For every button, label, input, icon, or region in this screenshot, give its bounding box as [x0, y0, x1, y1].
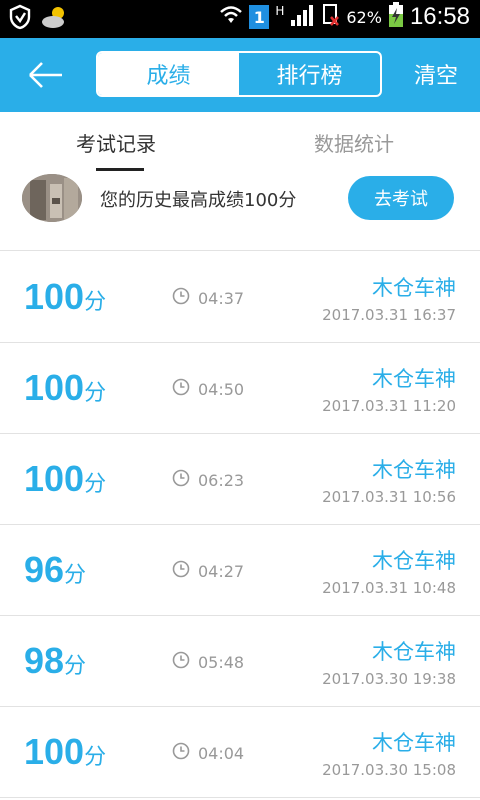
record-score: 100分	[24, 731, 106, 773]
avatar[interactable]	[22, 174, 82, 222]
back-arrow-icon	[24, 62, 70, 102]
record-score: 100分	[24, 276, 106, 318]
score-value: 100	[24, 458, 85, 499]
record-duration: 04:37	[172, 287, 244, 309]
record-user-name: 木仓车神	[372, 276, 456, 300]
record-row[interactable]: 100分 04:37 木仓车神 2017.03.31 16:37	[0, 252, 480, 343]
score-unit: 分	[84, 745, 107, 770]
clock-icon	[172, 560, 190, 582]
tab-scores[interactable]: 成绩	[98, 53, 239, 95]
score-unit: 分	[64, 654, 87, 679]
score-unit: 分	[84, 381, 107, 406]
record-timestamp: 2017.03.30 19:38	[322, 670, 456, 688]
sim-card-icon: 1	[249, 5, 270, 29]
score-value: 100	[24, 276, 85, 317]
tab-exam-records[interactable]: 考试记录	[76, 128, 156, 157]
record-duration: 04:04	[172, 742, 244, 764]
record-row[interactable]: 96分 04:27 木仓车神 2017.03.31 10:48	[0, 525, 480, 616]
battery-percent: 62%	[346, 7, 382, 27]
record-row[interactable]: 100分 06:23 木仓车神 2017.03.31 10:56	[0, 434, 480, 525]
best-score-text: 您的历史最高成绩100分	[100, 190, 297, 211]
record-timestamp: 2017.03.31 10:48	[322, 579, 456, 597]
duration-value: 06:23	[198, 470, 245, 490]
score-unit: 分	[84, 472, 107, 497]
score-unit: 分	[84, 290, 107, 315]
record-timestamp: 2017.03.30 15:08	[322, 761, 456, 779]
back-button[interactable]	[24, 52, 70, 98]
duration-value: 05:48	[198, 652, 245, 672]
record-score: 100分	[24, 458, 106, 500]
record-row[interactable]: 100分 04:04 木仓车神 2017.03.30 15:08	[0, 707, 480, 798]
duration-value: 04:37	[198, 288, 245, 308]
record-timestamp: 2017.03.31 10:56	[322, 488, 456, 506]
record-user-name: 木仓车神	[372, 731, 456, 755]
duration-value: 04:50	[198, 379, 245, 399]
score-value: 96	[24, 549, 65, 590]
record-score: 100分	[24, 367, 106, 409]
record-timestamp: 2017.03.31 16:37	[322, 306, 456, 324]
record-user-name: 木仓车神	[372, 640, 456, 664]
score-value: 98	[24, 640, 65, 681]
no-sim-icon	[322, 3, 340, 31]
sub-tab-bar: 考试记录 数据统计	[0, 112, 480, 171]
clock-icon	[172, 378, 190, 400]
status-bar-right: 1 H 62% 16:58	[219, 2, 470, 32]
clock-icon	[172, 469, 190, 491]
clear-button[interactable]: 清空	[414, 58, 458, 90]
take-exam-button[interactable]: 去考试	[348, 176, 454, 220]
title-bar: 成绩 排行榜 清空	[0, 38, 480, 112]
best-score-header: 您的历史最高成绩100分 去考试	[0, 170, 480, 250]
record-duration: 05:48	[172, 651, 244, 673]
shield-icon	[8, 4, 32, 34]
weather-icon	[40, 4, 70, 34]
record-score: 96分	[24, 549, 86, 591]
segmented-control: 成绩 排行榜	[96, 51, 382, 97]
record-row[interactable]: 98分 05:48 木仓车神 2017.03.30 19:38	[0, 616, 480, 707]
record-timestamp: 2017.03.31 11:20	[322, 397, 456, 415]
battery-charging-icon	[388, 2, 404, 32]
clock-icon	[172, 287, 190, 309]
status-bar: 1 H 62% 16:58	[0, 0, 480, 38]
record-duration: 06:23	[172, 469, 244, 491]
score-value: 100	[24, 731, 85, 772]
network-type-label: H	[275, 4, 285, 18]
status-bar-left	[8, 4, 70, 34]
clock-icon	[172, 651, 190, 673]
wifi-icon	[219, 3, 243, 31]
record-duration: 04:27	[172, 560, 244, 582]
record-duration: 04:50	[172, 378, 244, 400]
record-user-name: 木仓车神	[372, 549, 456, 573]
duration-value: 04:27	[198, 561, 245, 581]
divider	[0, 250, 480, 251]
exam-record-list: 100分 04:37 木仓车神 2017.03.31 16:37 100分 04…	[0, 252, 480, 798]
record-user-name: 木仓车神	[372, 458, 456, 482]
tab-leaderboard[interactable]: 排行榜	[239, 53, 380, 95]
clock-icon	[172, 742, 190, 764]
clock: 16:58	[409, 3, 470, 30]
tab-statistics[interactable]: 数据统计	[314, 128, 394, 157]
record-row[interactable]: 100分 04:50 木仓车神 2017.03.31 11:20	[0, 343, 480, 434]
signal-icon	[290, 3, 316, 31]
record-score: 98分	[24, 640, 86, 682]
score-value: 100	[24, 367, 85, 408]
score-unit: 分	[64, 563, 87, 588]
duration-value: 04:04	[198, 743, 245, 763]
record-user-name: 木仓车神	[372, 367, 456, 391]
